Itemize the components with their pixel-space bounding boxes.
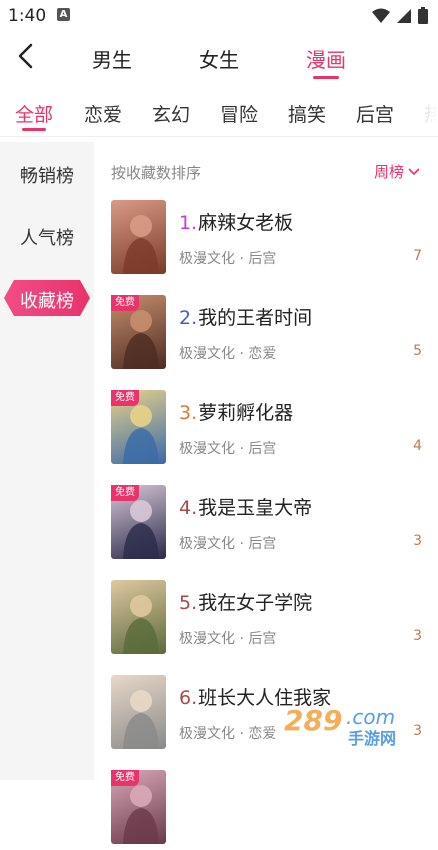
comic-meta: 极漫文化 · 后宫 bbox=[179, 536, 277, 552]
comic-name: 我在女子学院 bbox=[198, 592, 313, 614]
comic-title: 5.我在女子学院 bbox=[179, 588, 312, 615]
comic-meta: 极漫文化 · 后宫 bbox=[179, 251, 277, 267]
rank-number: 5. bbox=[179, 592, 198, 614]
tab-comics[interactable]: 漫画 bbox=[306, 44, 346, 73]
favorite-count: 5 bbox=[413, 343, 422, 359]
comic-meta: 极漫文化 · 恋爱 bbox=[179, 346, 277, 362]
battery-icon bbox=[418, 7, 428, 24]
tab-female[interactable]: 女生 bbox=[199, 44, 239, 73]
comic-meta: 极漫文化 · 后宫 bbox=[179, 441, 277, 457]
period-label: 周榜 bbox=[373, 163, 404, 181]
comic-name: 我是玉皇大帝 bbox=[198, 497, 313, 519]
favorite-count: 3 bbox=[413, 533, 422, 549]
free-badge: 免费 bbox=[111, 770, 139, 786]
comic-name: 萝莉孵化器 bbox=[198, 402, 294, 424]
comic-name: 我的王者时间 bbox=[198, 307, 313, 329]
list-item[interactable]: 免费 2.我的王者时间极漫文化 · 恋爱 5 bbox=[111, 295, 431, 375]
status-bar: 1:40 A bbox=[0, 0, 438, 32]
rank-number: 2. bbox=[179, 307, 198, 329]
sidebar-item-favorites[interactable]: 收藏榜 bbox=[4, 280, 90, 316]
back-arrow-icon[interactable] bbox=[14, 42, 40, 70]
category-romance[interactable]: 恋爱 bbox=[84, 100, 122, 127]
rank-number: 4. bbox=[179, 497, 198, 519]
category-adventure[interactable]: 冒险 bbox=[220, 100, 258, 127]
comic-cover-image[interactable] bbox=[111, 200, 166, 274]
comic-name: 麻辣女老板 bbox=[198, 212, 294, 234]
list-item[interactable]: 1.麻辣女老板极漫文化 · 后宫 7 bbox=[111, 200, 431, 280]
rank-number: 3. bbox=[179, 402, 198, 424]
svg-text:手游网: 手游网 bbox=[348, 729, 396, 748]
comic-title: 1.麻辣女老板 bbox=[179, 208, 293, 235]
favorite-count: 7 bbox=[413, 248, 422, 264]
cellular-signal-icon bbox=[397, 8, 411, 23]
sidebar-item-label: 收藏榜 bbox=[20, 291, 74, 312]
notification-a-icon: A bbox=[57, 8, 70, 21]
chevron-down-icon bbox=[408, 167, 420, 175]
free-badge: 免费 bbox=[111, 295, 139, 311]
sidebar-item-popular[interactable]: 人气榜 bbox=[0, 224, 94, 250]
tab-male[interactable]: 男生 bbox=[92, 44, 132, 73]
category-indicator bbox=[22, 128, 46, 131]
sort-label: 按收藏数排序 bbox=[111, 164, 202, 182]
rank-number: 1. bbox=[179, 212, 198, 234]
sidebar-item-bestseller[interactable]: 畅销榜 bbox=[0, 162, 94, 188]
comic-cover-image[interactable] bbox=[111, 580, 166, 654]
ranking-sidebar: 畅销榜 人气榜 收藏榜 bbox=[0, 142, 94, 780]
comic-title: 2.我的王者时间 bbox=[179, 303, 312, 330]
category-tabs: 全部 恋爱 玄幻 冒险 搞笑 后宫 热 bbox=[0, 86, 438, 137]
top-navigation: 男生 女生 漫画 bbox=[0, 32, 438, 82]
period-selector[interactable]: 周榜 bbox=[374, 161, 420, 182]
category-all[interactable]: 全部 bbox=[15, 100, 53, 127]
favorite-count: 4 bbox=[413, 438, 422, 454]
category-fantasy[interactable]: 玄幻 bbox=[152, 100, 190, 127]
rank-number: 6. bbox=[179, 687, 198, 709]
comic-cover-image[interactable] bbox=[111, 675, 166, 749]
wifi-icon bbox=[372, 8, 390, 23]
svg-text:289: 289 bbox=[284, 704, 342, 737]
status-time: 1:40 bbox=[8, 6, 47, 26]
free-badge: 免费 bbox=[111, 390, 139, 406]
category-fade bbox=[414, 86, 438, 134]
comic-meta: 极漫文化 · 后宫 bbox=[179, 631, 277, 647]
favorite-count: 3 bbox=[413, 628, 422, 644]
comic-meta: 极漫文化 · 恋爱 bbox=[179, 726, 277, 742]
list-item[interactable]: 5.我在女子学院极漫文化 · 后宫 3 bbox=[111, 580, 431, 660]
category-harem[interactable]: 后宫 bbox=[356, 100, 394, 127]
comic-title: 4.我是玉皇大帝 bbox=[179, 493, 312, 520]
list-item[interactable]: 免费 3.萝莉孵化器极漫文化 · 后宫 4 bbox=[111, 390, 431, 470]
active-tab-indicator bbox=[313, 76, 339, 79]
comic-list: 按收藏数排序 周榜 1.麻辣女老板 极漫文化 · 后宫 7 免费 2.我的王者时间 极漫文… bbox=[94, 142, 438, 844]
category-comedy[interactable]: 搞笑 bbox=[288, 100, 326, 127]
comic-title: 3.萝莉孵化器 bbox=[179, 398, 293, 425]
site-watermark-logo: 289 .com 手游网 bbox=[284, 704, 396, 748]
list-item[interactable]: 免费 4.我是玉皇大帝极漫文化 · 后宫 3 bbox=[111, 485, 431, 565]
svg-text:.com: .com bbox=[346, 705, 395, 729]
list-item[interactable]: 免费 bbox=[111, 770, 431, 850]
free-badge: 免费 bbox=[111, 485, 139, 501]
